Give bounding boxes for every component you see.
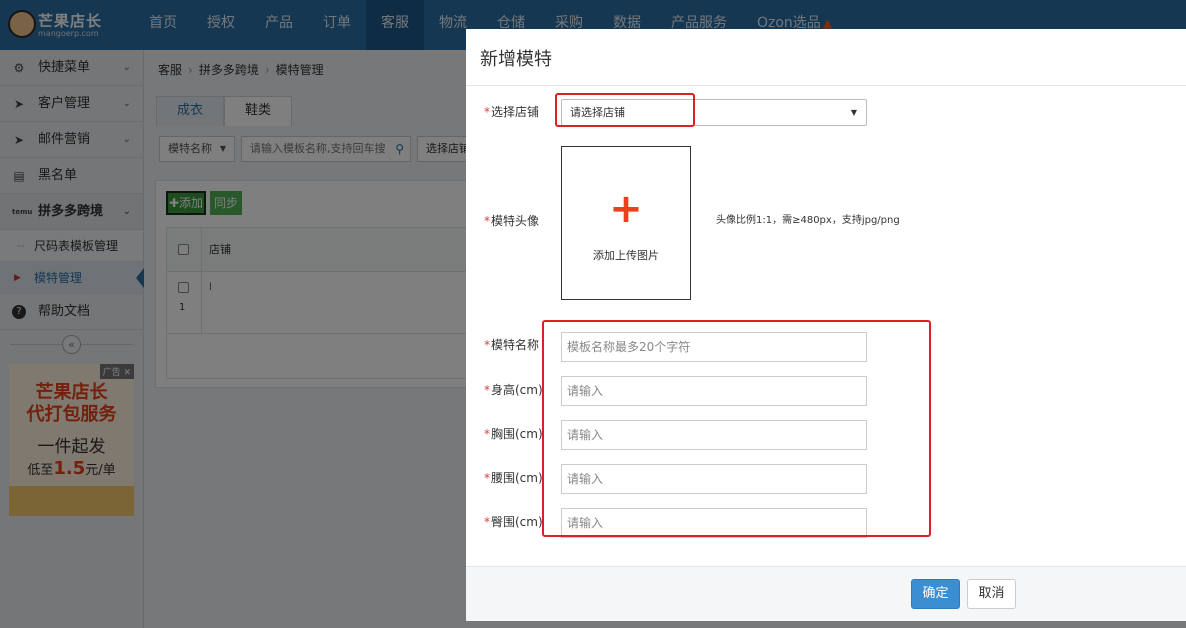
confirm-button[interactable]: 确定 (911, 579, 960, 609)
plus-icon: + (609, 186, 643, 232)
highlight-box-shop (555, 93, 695, 127)
caret-down-icon: ▼ (850, 108, 857, 117)
height-label: *身高(cm) (484, 383, 543, 397)
shop-label: *选择店铺 (484, 105, 540, 119)
avatar-hint: 头像比例1:1，需≥480px，支持jpg/png (716, 215, 900, 226)
avatar-upload[interactable]: + 添加上传图片 (561, 146, 691, 300)
highlight-box-measurements (542, 320, 931, 537)
dialog-header: 新增模特 (466, 29, 1186, 86)
waist-label: *腰围(cm) (484, 471, 543, 485)
avatar-label: *模特头像 (484, 214, 540, 228)
hip-label: *臀围(cm) (484, 515, 543, 529)
chest-label: *胸围(cm) (484, 427, 543, 441)
model-name-label: *模特名称 (484, 338, 540, 352)
add-model-dialog: 新增模特 *选择店铺 请选择店铺 ▼ *模特头像 + 添加上传图片 头像比例1:1… (466, 29, 1186, 621)
dialog-footer: 确定 取消 (466, 566, 1186, 621)
cancel-button[interactable]: 取消 (967, 579, 1016, 609)
dialog-title: 新增模特 (480, 49, 552, 70)
upload-text: 添加上传图片 (593, 249, 659, 262)
